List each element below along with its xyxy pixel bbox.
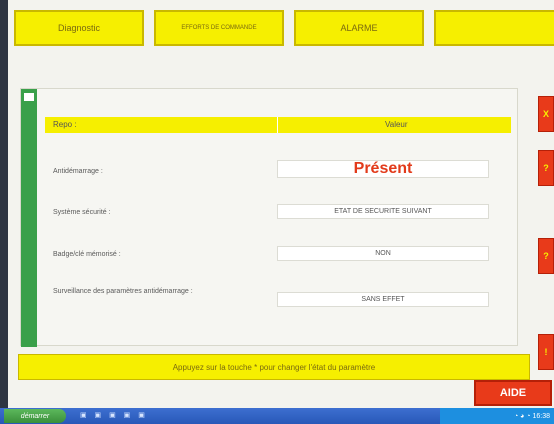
header-col-name: Repo : xyxy=(53,120,77,129)
tab-diagnostic[interactable]: Diagnostic xyxy=(14,10,144,46)
greenbar-marker xyxy=(24,93,34,101)
table-header: Repo : Valeur xyxy=(45,117,511,133)
header-col-value: Valeur xyxy=(385,120,408,129)
param-label-monitoring: Surveillance des paramètres antidémarrag… xyxy=(53,288,193,295)
side-button-4[interactable]: ! xyxy=(538,334,554,370)
tray-clock: ◔ ◕ ◔ 16:38 xyxy=(513,412,550,420)
panel-greenbar xyxy=(21,89,37,347)
param-value-security: ETAT DE SECURITE SUIVANT xyxy=(277,204,489,219)
param-value-monitoring: SANS EFFET xyxy=(277,292,489,307)
taskbar: démarrer ▣ ▣ ▣ ▣ ▣ ◔ ◕ ◔ 16:38 xyxy=(0,408,554,424)
side-button-2[interactable]: ? xyxy=(538,150,554,186)
header-separator xyxy=(277,117,278,133)
param-value-badge: NON xyxy=(277,246,489,261)
param-label-badge: Badge/clé mémorisé : xyxy=(53,251,121,258)
side-button-3[interactable]: ? xyxy=(538,238,554,274)
tab-alarm[interactable]: ALARME xyxy=(294,10,424,46)
param-label-immobilizer: Antidémarrage : xyxy=(53,168,103,175)
footer-hint: Appuyez sur la touche * pour changer l'é… xyxy=(18,354,530,380)
help-button[interactable]: AIDE xyxy=(474,380,552,406)
tab-efforts[interactable]: EFFORTS DE COMMANDE xyxy=(154,10,284,46)
parameters-panel: Repo : Valeur Antidémarrage : Présent Sy… xyxy=(20,88,518,347)
param-value-immobilizer: Présent xyxy=(277,160,489,178)
tab-empty[interactable] xyxy=(434,10,554,46)
system-tray: ◔ ◕ ◔ 16:38 xyxy=(440,408,554,424)
side-button-1[interactable]: X xyxy=(538,96,554,132)
quicklaunch-icons[interactable]: ▣ ▣ ▣ ▣ ▣ xyxy=(80,411,148,419)
param-label-security: Système sécurité : xyxy=(53,209,111,216)
start-button[interactable]: démarrer xyxy=(4,409,66,423)
tab-bar: Diagnostic EFFORTS DE COMMANDE ALARME xyxy=(8,10,554,50)
